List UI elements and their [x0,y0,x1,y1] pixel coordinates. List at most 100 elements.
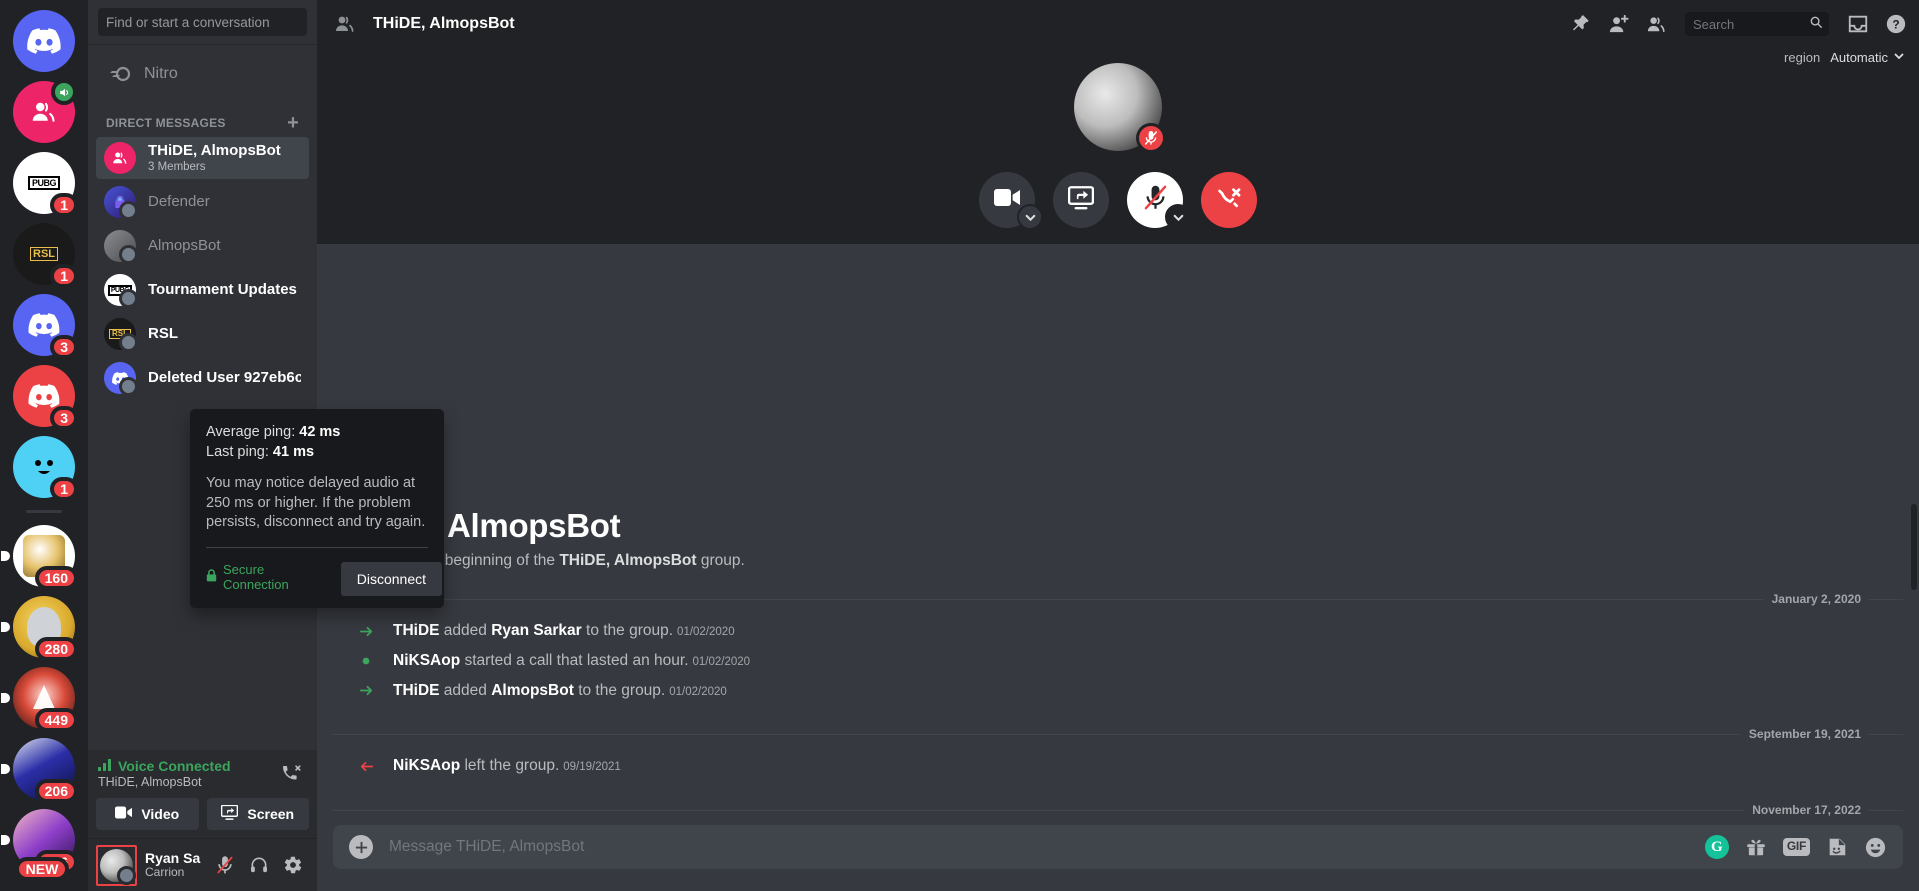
timestamp: 01/02/2020 [669,685,727,698]
help-icon[interactable]: ? [1881,9,1911,39]
voice-connected-panel: Voice Connected THiDE, AlmopsBot Video S… [88,750,317,838]
message-list: THiDE, AlmopsBot Welcome to the beginnin… [317,408,1919,825]
disconnect-button[interactable]: Disconnect [340,561,442,596]
add-attachment-icon[interactable] [349,835,373,859]
unread-pill [1,622,10,632]
grammarly-icon[interactable]: G [1704,835,1729,859]
video-button[interactable] [979,172,1043,230]
dm-item-rsl[interactable]: RSL RSL [96,313,309,355]
deafen-headphones-icon[interactable] [243,849,275,881]
gear-icon[interactable] [277,849,309,881]
direct-messages-label: DIRECT MESSAGES [106,116,226,130]
message-input-bar[interactable]: Message THiDE, AlmopsBot G GIF [333,825,1903,869]
status-offline-indicator [117,865,136,885]
show-member-list-icon[interactable] [1641,9,1671,39]
search-input[interactable] [1693,16,1805,32]
dm-item-deleted-user[interactable]: Deleted User 927eb6cb [96,357,309,399]
group-dm-icon [333,12,357,36]
actor-name: THiDE [393,622,440,640]
server-icon-group-dm[interactable] [13,79,77,143]
dm-item-tournament-updates[interactable]: PUBG Tournament Updates [96,269,309,311]
avatar [104,186,138,220]
target-name: AlmopsBot [491,681,574,699]
emoji-icon[interactable] [1864,836,1887,859]
signal-icon [98,758,112,774]
user-name: Ryan Sarkar [145,850,201,867]
secure-connection-label: Secure Connection [223,561,289,592]
server-icon-gold-helm[interactable]: 160 [1,525,78,590]
mic-muted-toggle-icon[interactable] [209,849,241,881]
server-icon-rsl[interactable]: RSL 1 [13,223,78,288]
voice-call-area: region Automatic [317,48,1919,244]
dm-name: THiDE, AlmopsBot [148,142,281,160]
server-icon-cyan-face[interactable]: 1 [13,436,78,501]
inbox-icon[interactable] [1843,9,1873,39]
gif-icon[interactable]: GIF [1782,838,1810,856]
date-label: September 19, 2021 [1748,727,1861,742]
message-input-placeholder[interactable]: Message THiDE, AlmopsBot [389,838,1689,856]
server-icon-red-discord[interactable]: 3 [13,365,78,430]
server-icon-apex[interactable]: 449 [1,667,78,732]
find-conversation-input[interactable]: Find or start a conversation [98,8,307,36]
message-input-zone: Message THiDE, AlmopsBot G GIF [317,825,1919,891]
welcome-title: THiDE, AlmopsBot [333,507,621,545]
server-icon-discord-home[interactable] [13,10,75,72]
date-divider: November 17, 2022 [333,803,1903,817]
unread-badge: 3 [50,406,78,430]
dm-item-thide-almopsbot[interactable]: THiDE, AlmopsBot 3 Members [96,137,309,179]
add-friend-icon[interactable] [1603,9,1633,39]
dm-list: Nitro DIRECT MESSAGES + THiDE, AlmopsBot… [88,45,317,750]
dm-item-defender[interactable]: Defender [96,181,309,223]
voice-active-indicator [51,79,77,105]
date-divider: September 19, 2021 [333,727,1903,741]
gift-icon[interactable] [1745,836,1767,858]
system-message: NiKSAop left the group. 09/19/2021 [333,751,1903,781]
actor-name: NiKSAop [393,651,461,669]
unread-badge: 280 [34,637,78,661]
system-message-text: NiKSAop started a call that lasted an ho… [393,650,750,672]
mute-button[interactable] [1127,172,1191,230]
chevron-down-icon[interactable] [1165,204,1191,230]
server-icon-blurple-discord[interactable]: 3 [13,294,78,359]
disconnect-voice-button[interactable] [275,758,307,790]
avatar-highlight-box[interactable] [96,844,137,886]
last-ping-value: 41 ms [272,443,315,460]
action-tail: to the group. [581,622,674,640]
region-selector[interactable]: Automatic [1830,50,1905,65]
video-toggle-button[interactable]: Video [96,798,199,830]
channel-header: THiDE, AlmopsBot ? [317,0,1919,48]
create-dm-button[interactable]: + [287,113,299,133]
camera-icon [115,806,133,822]
dm-name: Deleted User 927eb6cb [148,369,301,387]
status-offline-indicator [119,201,138,220]
server-icon-yellow-mask[interactable]: 280 [1,596,78,661]
welcome-group-name: THiDE, AlmopsBot [559,552,697,570]
camera-icon [994,188,1020,212]
status-offline-indicator [119,289,138,308]
ping-note: You may notice delayed audio at 250 ms o… [206,475,426,531]
chevron-down-icon[interactable] [1017,204,1043,230]
welcome-block: THiDE, AlmopsBot Welcome to the beginnin… [333,408,1903,570]
actor-name: NiKSAop [393,757,461,775]
last-ping-line: Last ping: 41 ms [206,443,428,463]
unread-badge: 1 [50,477,78,501]
date-label: January 2, 2020 [1771,592,1861,607]
search-box[interactable] [1685,12,1829,36]
message-scrollbar[interactable] [1911,504,1917,590]
system-message: THiDE added Ryan Sarkar to the group. 01/… [333,616,1903,646]
user-tag: Carrion [145,865,185,880]
screen-share-button[interactable]: Screen [206,798,309,830]
action-text: left the group. [460,757,560,775]
disconnect-call-button[interactable] [1201,172,1257,228]
server-icon-purple-portrait[interactable]: 796 NEW [1,809,78,881]
dm-item-almopsbot[interactable]: AlmopsBot [96,225,309,267]
average-ping-value: 42 ms [299,424,341,440]
dm-name: Tournament Updates [148,281,297,299]
share-screen-button[interactable] [1053,172,1109,228]
average-ping-label: Average ping: [206,424,296,440]
sticker-icon[interactable] [1826,836,1848,858]
server-icon-pubg[interactable]: PUBG 1 [13,152,78,217]
server-icon-navy-ship[interactable]: 206 [1,738,78,803]
sidebar-item-nitro[interactable]: Nitro [96,53,309,95]
pin-icon[interactable] [1565,9,1595,39]
